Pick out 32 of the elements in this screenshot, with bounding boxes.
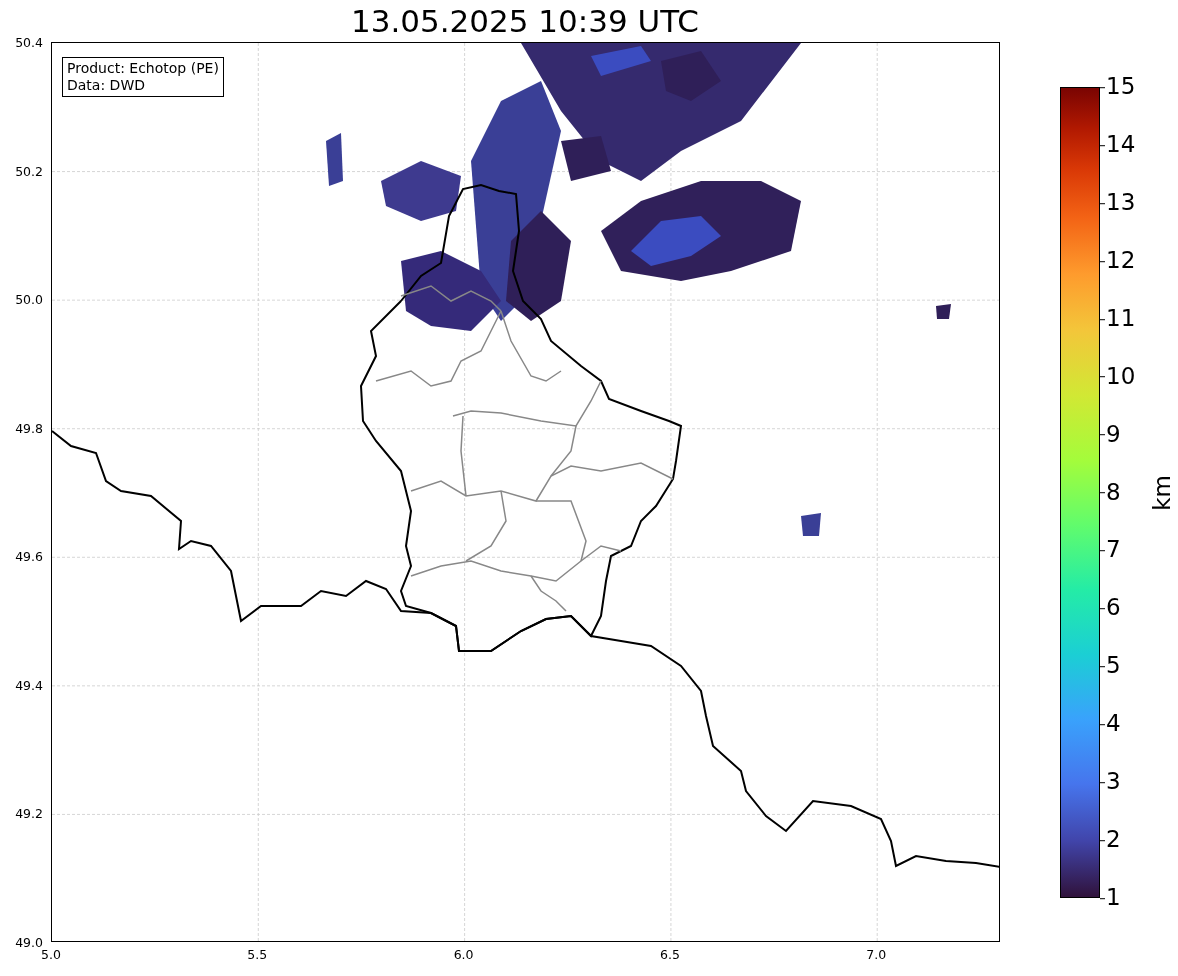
colorbar-tick-label: 5 <box>1100 652 1121 681</box>
y-tick-label: 49.4 <box>15 677 43 693</box>
colorbar-tick-label: 1 <box>1100 884 1121 912</box>
colorbar-tick-label: 9 <box>1100 420 1121 449</box>
y-tick-label: 50.4 <box>15 34 43 50</box>
y-tick-label: 49.2 <box>15 805 43 821</box>
y-tick-label: 50.0 <box>15 291 43 307</box>
colorbar-label: km <box>1148 474 1175 511</box>
colorbar-tick-label: 10 <box>1100 362 1136 391</box>
x-tick-label: 7.0 <box>866 947 887 962</box>
colorbar-tick-label: 15 <box>1100 73 1136 101</box>
x-tick-label: 6.5 <box>659 947 680 962</box>
legend-text: Product: Echotop (PE) <box>67 60 219 77</box>
x-tick-label: 5.0 <box>41 947 61 962</box>
colorbar-tick-label: 6 <box>1100 594 1121 623</box>
colorbar-tick-label: 8 <box>1100 478 1121 507</box>
colorbar-tick-label: 4 <box>1100 710 1121 738</box>
colorbar-tick-label: 7 <box>1100 536 1121 565</box>
colorbar-tick-label: 13 <box>1100 189 1136 217</box>
y-tick-label: 49.0 <box>15 934 43 950</box>
colorbar-tick-label: 14 <box>1100 131 1136 159</box>
y-tick-label: 49.8 <box>15 420 43 436</box>
colorbar-tick-label: 11 <box>1100 304 1136 333</box>
colorbar-tick-label: 3 <box>1100 768 1121 796</box>
colorbar-tick-label: 2 <box>1100 826 1121 854</box>
x-tick-label: 6.0 <box>453 947 474 962</box>
y-tick-label: 50.2 <box>15 163 43 179</box>
plot-title: 13.05.2025 10:39 UTC <box>351 3 699 39</box>
colorbar-tick-label: 12 <box>1100 247 1136 275</box>
legend-text: Data: DWD <box>67 77 146 94</box>
y-tick-label: 49.6 <box>15 548 43 564</box>
x-tick-label: 5.5 <box>247 947 268 962</box>
